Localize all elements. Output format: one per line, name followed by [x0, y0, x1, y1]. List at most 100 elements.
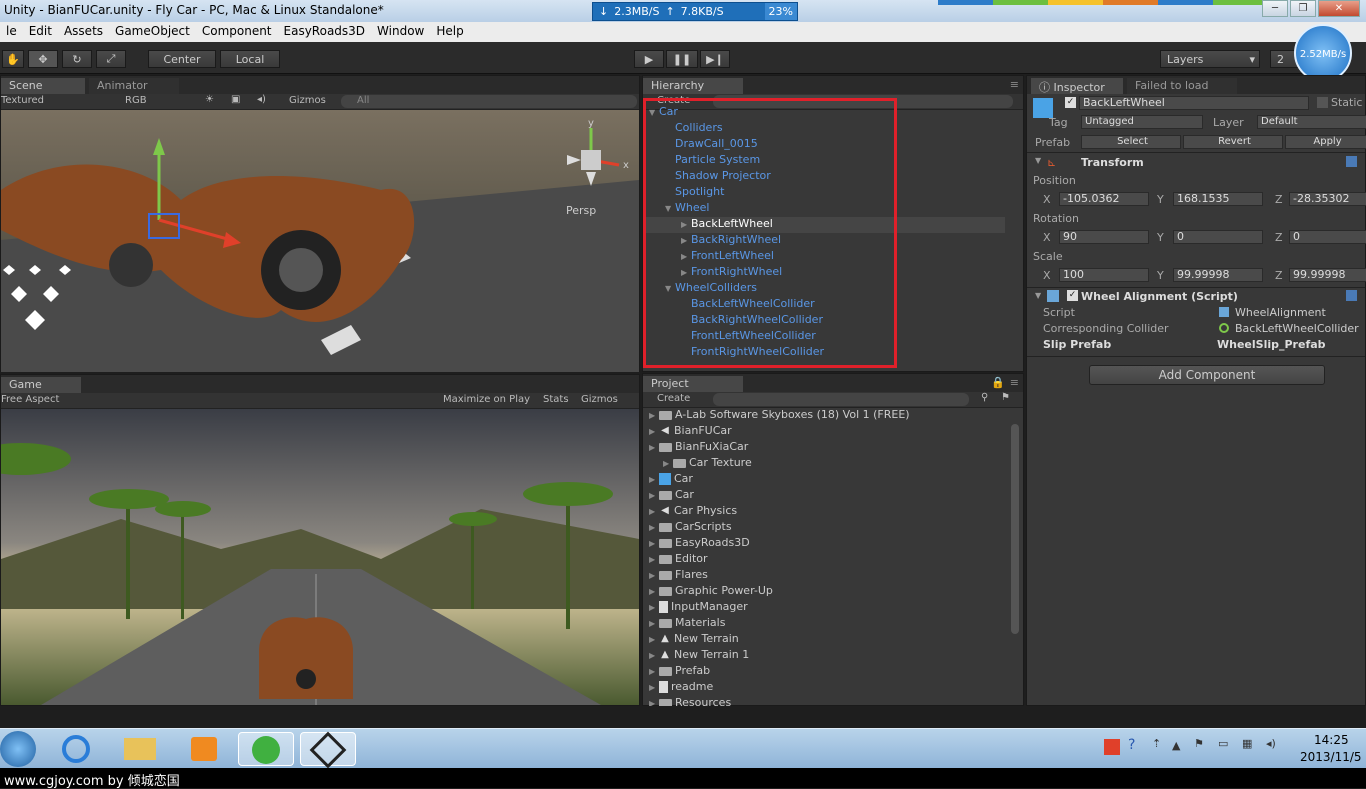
tab-inspector[interactable]: ⓘ Inspector: [1031, 78, 1123, 94]
scale-y-field[interactable]: 99.99998: [1173, 268, 1263, 282]
project-create-button[interactable]: Create: [657, 393, 690, 404]
fold-arrow-icon[interactable]: ▶: [649, 651, 659, 660]
stats-toggle[interactable]: Stats: [543, 394, 569, 405]
fold-arrow-icon[interactable]: ▶: [649, 523, 659, 532]
panel-menu-icon[interactable]: ≡: [1010, 78, 1019, 91]
start-button[interactable]: [0, 731, 36, 767]
layer-dropdown[interactable]: Default: [1257, 115, 1366, 129]
transform-header[interactable]: Transform: [1081, 156, 1144, 169]
position-z-field[interactable]: -28.35302: [1289, 192, 1366, 206]
menu-assets[interactable]: Assets: [58, 22, 109, 42]
scale-x-field[interactable]: 100: [1059, 268, 1149, 282]
project-item[interactable]: ▶ ◀ Car Physics: [643, 504, 1005, 520]
tab-project[interactable]: Project: [643, 376, 743, 392]
fold-arrow-icon[interactable]: ▶: [649, 635, 659, 644]
rotation-x-field[interactable]: 90: [1059, 230, 1149, 244]
unity-icon[interactable]: [300, 731, 356, 769]
tab-game[interactable]: Game: [1, 377, 81, 393]
minimize-button[interactable]: ─: [1262, 0, 1288, 17]
scale-z-field[interactable]: 99.99998: [1289, 268, 1366, 282]
project-search-input[interactable]: [713, 393, 969, 406]
fold-arrow-icon[interactable]: ▶: [649, 667, 659, 676]
rotate-tool-icon[interactable]: ↻: [62, 50, 92, 68]
position-x-field[interactable]: -105.0362: [1059, 192, 1149, 206]
filter-type-icon[interactable]: ⚲: [981, 392, 988, 403]
clock-time[interactable]: 14:25: [1314, 733, 1349, 747]
slip-prefab-value[interactable]: WheelSlip_Prefab: [1217, 338, 1326, 351]
move-tool-icon[interactable]: ✥: [28, 50, 58, 68]
tray-arrow-icon[interactable]: ⇡: [1152, 737, 1161, 750]
fold-arrow-icon[interactable]: ▶: [649, 539, 659, 548]
media-player-icon[interactable]: [176, 732, 232, 766]
fold-arrow-icon[interactable]: ▶: [649, 507, 659, 516]
project-item[interactable]: ▶ ▲ New Terrain 1: [643, 648, 1005, 664]
display-icon[interactable]: ▭: [1218, 737, 1228, 750]
project-item[interactable]: ▶ ▲ New Terrain: [643, 632, 1005, 648]
maximize-button[interactable]: ❐: [1290, 0, 1316, 17]
menu-gameobject[interactable]: GameObject: [109, 22, 196, 42]
tab-animator[interactable]: Animator: [89, 78, 179, 94]
explorer-icon[interactable]: [112, 732, 168, 766]
pivot-center-button[interactable]: Center: [148, 50, 216, 68]
script-enabled-checkbox[interactable]: ✓: [1067, 290, 1078, 301]
fold-arrow-icon[interactable]: ▼: [1035, 156, 1041, 165]
fold-arrow-icon[interactable]: ▶: [649, 571, 659, 580]
play-button[interactable]: ▶: [634, 50, 664, 68]
project-item[interactable]: ▶ Car: [643, 472, 1005, 488]
tag-dropdown[interactable]: Untagged: [1081, 115, 1203, 129]
project-item[interactable]: ▶ InputManager: [643, 600, 1005, 616]
project-item[interactable]: ▶ Prefab: [643, 664, 1005, 680]
game-gizmos-dropdown[interactable]: Gizmos: [581, 394, 618, 405]
fold-arrow-icon[interactable]: ▶: [663, 459, 673, 468]
active-checkbox[interactable]: ✓: [1065, 97, 1076, 108]
fold-arrow-icon[interactable]: ▶: [649, 411, 659, 420]
scene-search-input[interactable]: All: [341, 95, 637, 108]
network-icon[interactable]: ▦: [1242, 737, 1252, 750]
project-item[interactable]: ▶ Car: [643, 488, 1005, 504]
browser-icon[interactable]: [238, 732, 294, 766]
game-viewport[interactable]: [1, 409, 639, 705]
flag-icon[interactable]: ⚑: [1194, 737, 1204, 750]
fold-arrow-icon[interactable]: ▶: [649, 443, 659, 452]
shading-dropdown[interactable]: Textured: [1, 95, 44, 106]
menu-easyroads3d[interactable]: EasyRoads3D: [278, 22, 372, 42]
script-component-header[interactable]: Wheel Alignment (Script): [1081, 290, 1238, 303]
step-button[interactable]: ▶❙: [700, 50, 730, 68]
project-item[interactable]: ▶ A-Lab Software Skyboxes (18) Vol 1 (FRE…: [643, 408, 1005, 424]
tab-hierarchy[interactable]: Hierarchy: [643, 78, 743, 94]
project-item[interactable]: ▶ Editor: [643, 552, 1005, 568]
hand-tool-icon[interactable]: ✋: [2, 50, 24, 68]
project-item[interactable]: ▶ Materials: [643, 616, 1005, 632]
menu-window[interactable]: Window: [371, 22, 430, 42]
lock-icon[interactable]: 🔒: [991, 376, 1005, 389]
help-icon[interactable]: [1346, 290, 1357, 301]
layers-dropdown[interactable]: Layers ▾: [1160, 50, 1260, 68]
show-hidden-icons-icon[interactable]: ▲: [1172, 739, 1180, 752]
maximize-on-play-toggle[interactable]: Maximize on Play: [443, 394, 530, 405]
project-item[interactable]: ▶ ◀ BianFUCar: [643, 424, 1005, 440]
fold-arrow-icon[interactable]: ▶: [649, 619, 659, 628]
menu-file[interactable]: le: [0, 22, 23, 42]
ie-icon[interactable]: [48, 732, 104, 766]
project-item[interactable]: ▶ Flares: [643, 568, 1005, 584]
render-dropdown[interactable]: RGB: [125, 95, 147, 106]
fold-arrow-icon[interactable]: ▶: [649, 491, 659, 500]
project-scrollbar[interactable]: [1011, 424, 1019, 634]
menu-help[interactable]: Help: [430, 22, 469, 42]
fold-arrow-icon[interactable]: ▶: [649, 475, 659, 484]
sun-icon[interactable]: ☀: [205, 94, 214, 105]
help-icon[interactable]: [1346, 156, 1357, 167]
collider-value[interactable]: BackLeftWheelCollider: [1235, 322, 1359, 335]
filter-label-icon[interactable]: ⚑: [1001, 392, 1010, 403]
pivot-local-button[interactable]: Local: [220, 50, 280, 68]
scene-viewport[interactable]: y x Persp: [1, 110, 639, 372]
fold-arrow-icon[interactable]: ▶: [649, 699, 659, 706]
add-component-button[interactable]: Add Component: [1089, 365, 1325, 385]
project-item[interactable]: ▶ EasyRoads3D: [643, 536, 1005, 552]
prefab-select-button[interactable]: Select: [1081, 135, 1181, 149]
tray-app-icon[interactable]: [1104, 739, 1120, 755]
panel-menu-icon[interactable]: ≡: [1010, 376, 1019, 389]
project-item[interactable]: ▶ readme: [643, 680, 1005, 696]
project-item[interactable]: ▶ Graphic Power-Up: [643, 584, 1005, 600]
fold-arrow-icon[interactable]: ▶: [649, 603, 659, 612]
